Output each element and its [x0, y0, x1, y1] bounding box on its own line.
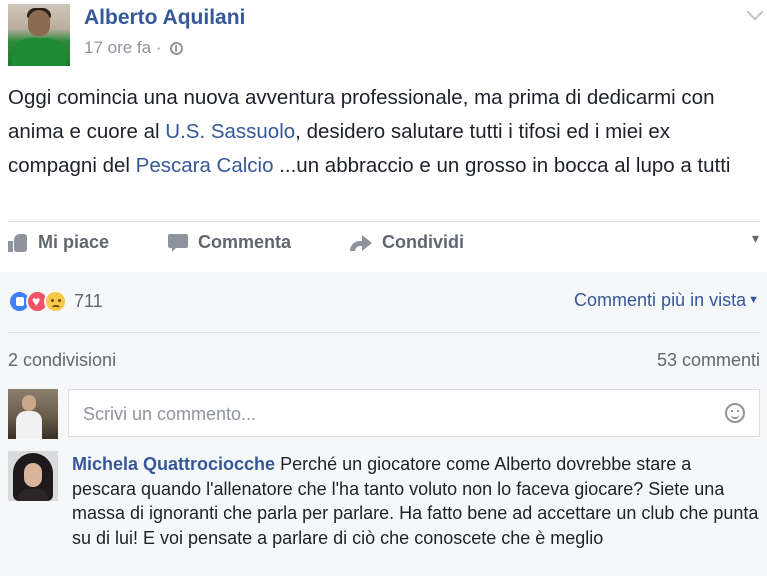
comment-label: Commenta [198, 232, 292, 252]
post-meta: 17 ore fa · [84, 38, 184, 58]
avatar-face [24, 463, 42, 487]
emoji-icon[interactable] [725, 403, 745, 423]
sad-reaction-icon [44, 290, 67, 313]
current-user-avatar [8, 389, 58, 439]
avatar-head [22, 395, 36, 411]
caret-down-icon: ▼ [748, 294, 759, 306]
post-text: Oggi comincia una nuova avventura profes… [8, 81, 760, 183]
post-header: Alberto Aquilani 17 ore fa · [0, 0, 767, 75]
sassuolo-link[interactable]: U.S. Sassuolo [165, 120, 295, 143]
post-text-part: ...un abbraccio e un grosso in bocca al … [273, 154, 731, 177]
post-timestamp[interactable]: 17 ore fa [84, 38, 151, 57]
pescara-link[interactable]: Pescara Calcio [136, 154, 274, 177]
post-author-name[interactable]: Alberto Aquilani [84, 6, 245, 30]
share-label: Condividi [382, 232, 464, 252]
share-button[interactable]: Condividi [350, 232, 464, 253]
divider [8, 332, 760, 333]
author-avatar[interactable] [8, 4, 70, 66]
avatar-shirt [12, 38, 66, 66]
avatar-body [16, 411, 42, 439]
like-button[interactable]: Mi piace [8, 232, 109, 253]
chevron-down-icon[interactable] [746, 3, 764, 21]
feedback-section: 711 Commenti più in vista▼ 2 condivision… [0, 272, 767, 576]
like-label: Mi piace [38, 232, 110, 252]
comment-input[interactable] [81, 390, 705, 438]
sort-label: Commenti più in vista [574, 290, 747, 310]
comment-sort-dropdown[interactable]: Commenti più in vista ▼ [574, 290, 759, 311]
comment-item: Michela Quattrociocche Perché un giocato… [72, 452, 760, 550]
comment-author[interactable]: Michela Quattrociocche [72, 454, 275, 474]
meta-separator: · [151, 38, 167, 57]
comment-composer [68, 389, 760, 438]
avatar-body [18, 489, 48, 501]
shares-count[interactable]: 2 condivisioni [8, 350, 116, 371]
globe-icon[interactable] [170, 42, 184, 55]
comment-button[interactable]: Commenta [168, 232, 291, 253]
reactions-summary[interactable]: 711 [8, 290, 103, 313]
comment-icon [168, 234, 188, 252]
comments-count[interactable]: 53 commenti [657, 350, 760, 371]
thumbs-up-icon [8, 233, 28, 252]
share-arrow-icon [350, 234, 372, 251]
commenter-avatar[interactable] [8, 451, 58, 501]
action-bar: Mi piace Commenta Condividi ▾ [0, 222, 767, 268]
reaction-count: 711 [74, 291, 103, 311]
caret-down-icon[interactable]: ▾ [752, 230, 759, 247]
avatar-head [28, 10, 50, 36]
